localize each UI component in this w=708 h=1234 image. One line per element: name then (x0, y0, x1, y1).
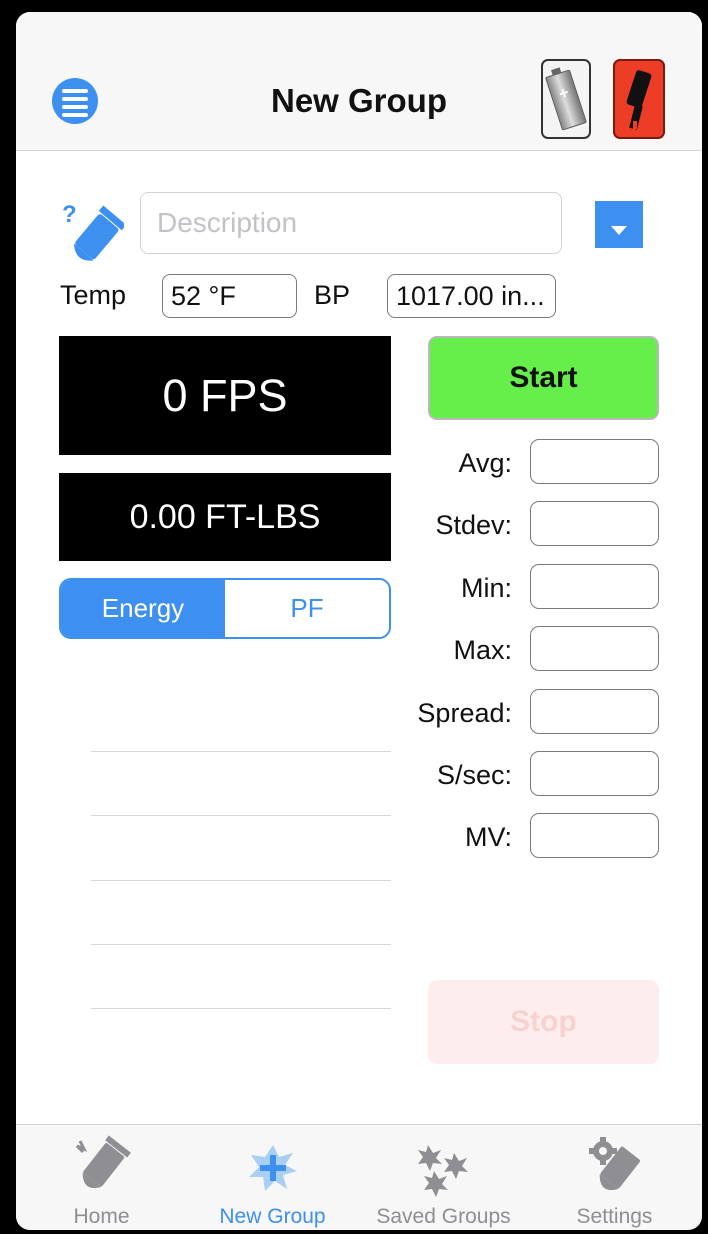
app-screen: New Group + ? Temp 52 °F BP 1017.00 in..… (16, 12, 702, 1230)
temp-field[interactable]: 52 °F (162, 274, 297, 318)
settings-bullet-icon (588, 1137, 640, 1191)
bp-field[interactable]: 1017.00 in... (387, 274, 556, 318)
tab-label: Saved Groups (376, 1205, 511, 1228)
dropdown-button[interactable] (595, 201, 643, 248)
tab-bar: Home New Group Saved Groups Settings (16, 1124, 702, 1230)
tab-new-group[interactable]: New Group (187, 1125, 358, 1230)
mv-label: MV: (465, 822, 512, 852)
tab-label: Home (73, 1205, 130, 1228)
spread-label: Spread: (417, 698, 512, 728)
ssec-label: S/sec: (436, 760, 512, 790)
min-label: Min: (460, 573, 512, 603)
add-group-icon (248, 1145, 297, 1191)
mv-field[interactable] (530, 813, 659, 858)
shot-row (91, 880, 391, 881)
avg-field[interactable] (530, 439, 659, 484)
segment-energy[interactable]: Energy (61, 580, 225, 637)
tab-settings[interactable]: Settings (529, 1125, 700, 1230)
tab-saved-groups[interactable]: Saved Groups (358, 1125, 529, 1230)
bp-label: BP (314, 280, 351, 310)
tab-label: New Group (219, 1205, 326, 1228)
tab-home[interactable]: Home (16, 1125, 187, 1230)
max-label: Max: (453, 635, 512, 665)
shot-row (91, 1008, 391, 1009)
bullet-help-icon[interactable]: ? (60, 198, 124, 264)
tab-label: Settings (576, 1205, 653, 1228)
spread-field[interactable] (530, 689, 659, 734)
shot-row (91, 944, 391, 945)
bullet-icon (75, 1135, 131, 1189)
stop-button[interactable]: Stop (428, 980, 659, 1064)
shot-row (91, 815, 391, 816)
battery-icon[interactable]: + (541, 59, 591, 139)
page-title: New Group (270, 82, 447, 119)
ssec-field[interactable] (530, 751, 659, 796)
avg-label: Avg: (458, 448, 512, 478)
saved-groups-icon (417, 1145, 468, 1197)
temp-label: Temp (60, 280, 127, 310)
description-input[interactable] (140, 192, 562, 254)
chronograph-icon[interactable] (613, 59, 665, 139)
velocity-display: 0 FPS (59, 336, 391, 455)
stdev-label: Stdev: (435, 510, 512, 540)
max-field[interactable] (530, 626, 659, 671)
min-field[interactable] (530, 564, 659, 609)
stdev-field[interactable] (530, 501, 659, 546)
shot-row (91, 751, 391, 752)
svg-text:?: ? (62, 201, 77, 228)
start-button[interactable]: Start (428, 336, 659, 420)
nav-bar: New Group + (16, 12, 702, 151)
